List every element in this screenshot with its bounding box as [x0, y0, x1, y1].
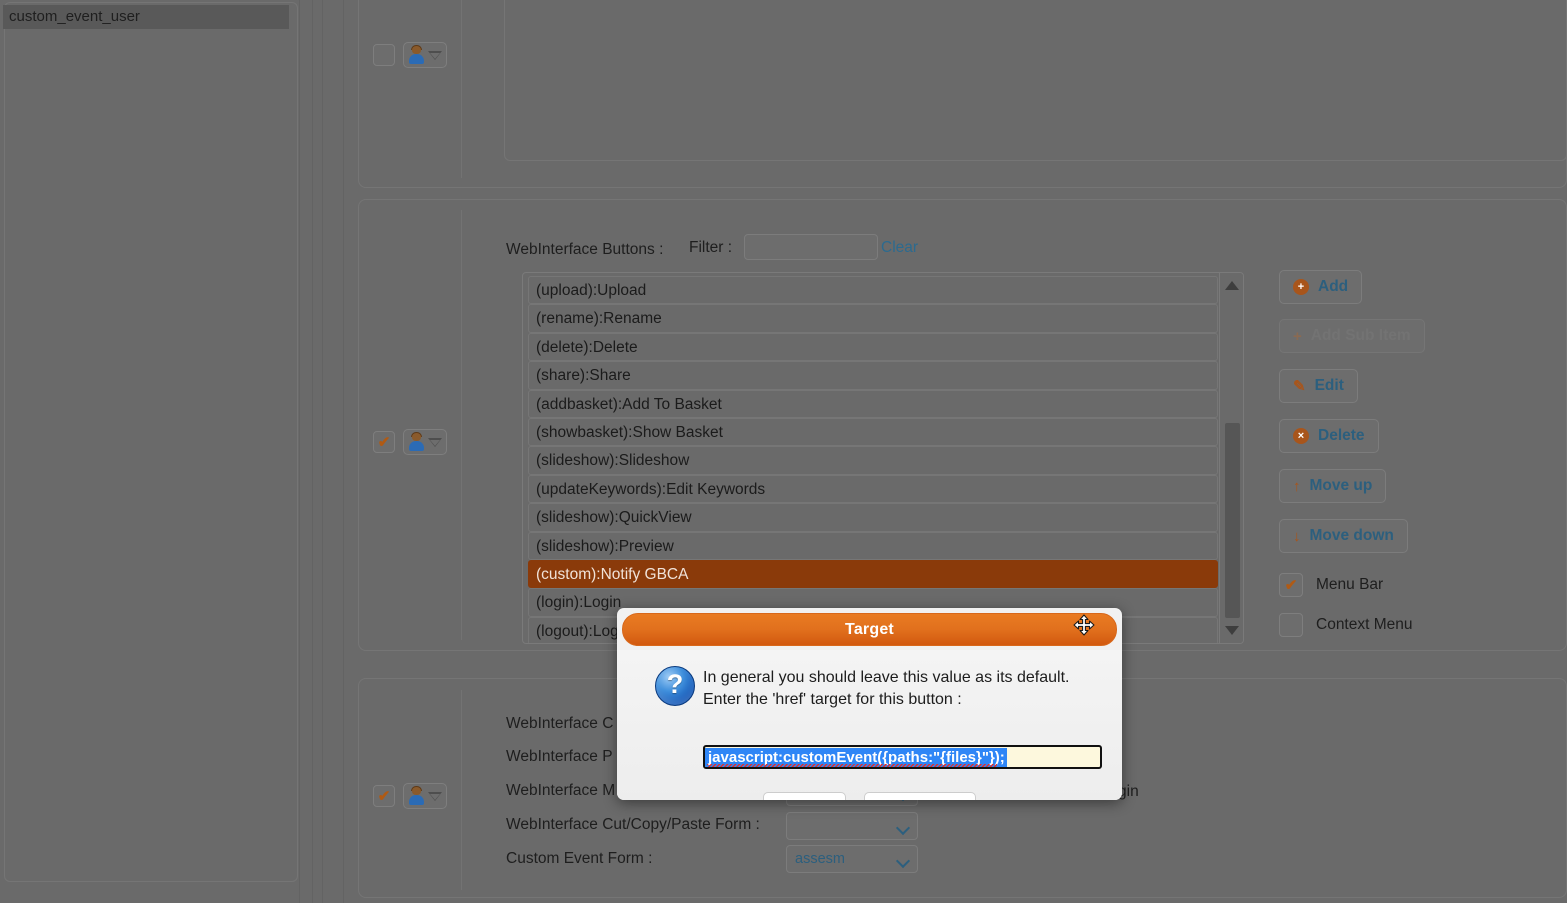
form-select-custom-event-value: assesm: [795, 851, 845, 867]
panel-top-inner-box: [504, 0, 1567, 161]
list-item[interactable]: (rename):Rename: [528, 304, 1218, 333]
plus-icon: +: [1293, 327, 1302, 345]
scope-user-dropdown-top[interactable]: [403, 42, 447, 68]
cancel-button[interactable]: Cancel: [864, 792, 977, 801]
listbox-scrollbar[interactable]: [1219, 273, 1243, 643]
listbox-items: (upload):Upload (rename):Rename (delete):D…: [523, 276, 1220, 643]
form-row-label-3: WebInterface Cut/Copy/Paste Form :: [506, 816, 760, 833]
question-mark-icon: ?: [655, 666, 695, 706]
action-button-add-sub-item: + Add Sub Item: [1279, 319, 1425, 353]
form-row-label-1: WebInterface P: [506, 748, 613, 765]
sidebar-tree-item-custom-event-user[interactable]: custom_event_user: [3, 5, 289, 29]
scope-checkbox-buttons[interactable]: ✔: [373, 431, 395, 453]
list-item-selected[interactable]: (custom):Notify GBCA: [528, 559, 1218, 589]
chevron-down-icon: [898, 823, 909, 830]
scroll-up-arrow-icon[interactable]: [1225, 281, 1239, 290]
rail-divider-2: [322, 0, 323, 903]
webinterface-buttons-label: WebInterface Buttons :: [506, 241, 664, 258]
panel-forms-divider: [461, 690, 462, 890]
action-button-delete[interactable]: × Delete: [1279, 419, 1379, 453]
scope-user-dropdown-buttons[interactable]: [403, 429, 447, 455]
dialog-button-row: OK Cancel: [617, 792, 1122, 800]
user-icon: [408, 45, 425, 64]
scrollbar-thumb[interactable]: [1225, 423, 1240, 618]
checkbox-row-context-menu[interactable]: Context Menu: [1279, 613, 1413, 637]
sidebar-panel: [4, 2, 298, 882]
scope-user-dropdown-forms[interactable]: [403, 783, 447, 809]
dialog-message-line-2: Enter the 'href' target for this button …: [703, 691, 962, 708]
chevron-down-icon: [428, 791, 442, 801]
action-button-label: Add Sub Item: [1310, 327, 1411, 344]
scroll-down-arrow-icon[interactable]: [1225, 626, 1239, 635]
chevron-down-icon: [898, 856, 909, 863]
form-row-label-4: Custom Event Form :: [506, 850, 653, 867]
scope-toggle-top[interactable]: [373, 42, 447, 68]
dialog-title-text: Target: [845, 620, 894, 638]
filter-label: Filter :: [689, 239, 733, 256]
move-cursor-icon[interactable]: [1073, 614, 1095, 636]
rail-divider-1: [312, 0, 313, 903]
checkbox-menu-bar[interactable]: ✔: [1279, 573, 1303, 597]
panel-buttons-divider: [461, 210, 462, 640]
chevron-down-icon: [428, 50, 442, 60]
filter-input[interactable]: [744, 234, 878, 260]
action-button-move-down[interactable]: ↓ Move down: [1279, 519, 1408, 553]
arrow-down-icon: ↓: [1293, 527, 1301, 545]
target-href-input[interactable]: javascript:customEvent({paths:"{files}"}…: [703, 745, 1102, 769]
scope-toggle-forms[interactable]: ✔: [373, 783, 447, 809]
action-button-label: Move down: [1309, 527, 1394, 544]
rail-divider-3: [343, 0, 344, 903]
list-item[interactable]: (addbasket):Add To Basket: [528, 389, 1218, 418]
dialog-title-bar[interactable]: Target: [622, 613, 1117, 646]
list-item[interactable]: (slideshow):Preview: [528, 531, 1218, 560]
list-item[interactable]: (upload):Upload: [528, 276, 1218, 305]
action-button-add[interactable]: + Add: [1279, 270, 1363, 304]
action-button-label: Add: [1318, 278, 1349, 295]
webinterface-buttons-listbox[interactable]: (upload):Upload (rename):Rename (delete):D…: [522, 272, 1244, 644]
list-item[interactable]: (share):Share: [528, 361, 1218, 390]
dialog-body: ? In general you should leave this value…: [617, 650, 1122, 800]
checkbox-label: Context Menu: [1316, 616, 1413, 633]
user-icon: [408, 786, 425, 805]
ok-button[interactable]: OK: [762, 792, 847, 801]
panel-top-divider: [461, 0, 462, 178]
user-icon: [408, 432, 425, 451]
cancel-button-label: Cancel: [907, 799, 958, 801]
checkbox-label: Menu Bar: [1316, 576, 1384, 593]
list-item[interactable]: (showbasket):Show Basket: [528, 417, 1218, 447]
action-button-move-up[interactable]: ↑ Move up: [1279, 469, 1387, 503]
list-item[interactable]: (slideshow):QuickView: [528, 503, 1218, 532]
target-dialog[interactable]: Target ? In general you should leave thi…: [617, 608, 1122, 800]
arrow-up-icon: ↑: [1293, 477, 1301, 495]
dialog-message-line-1: In general you should leave this value a…: [703, 669, 1070, 686]
scope-checkbox-top[interactable]: [373, 44, 395, 66]
list-item[interactable]: (updateKeywords):Edit Keywords: [528, 474, 1218, 504]
scope-checkbox-forms[interactable]: ✔: [373, 785, 395, 807]
plus-circle-icon: +: [1293, 279, 1309, 295]
x-circle-icon: ×: [1293, 428, 1309, 444]
clear-filter-link[interactable]: Clear: [881, 239, 918, 257]
list-item[interactable]: (slideshow):Slideshow: [528, 446, 1218, 475]
form-row-label-2: WebInterface M: [506, 782, 616, 799]
action-button-edit[interactable]: ✎ Edit: [1279, 369, 1358, 403]
pencil-icon: ✎: [1293, 377, 1306, 395]
list-item[interactable]: (delete):Delete: [528, 332, 1218, 362]
checkbox-context-menu[interactable]: [1279, 613, 1303, 637]
action-button-label: Delete: [1318, 427, 1365, 444]
ok-button-label: OK: [805, 799, 828, 801]
form-select-cutcopypaste[interactable]: [786, 812, 918, 840]
checkbox-row-menu-bar[interactable]: ✔ Menu Bar: [1279, 573, 1383, 597]
question-mark-glyph: ?: [666, 669, 684, 699]
chevron-down-icon: [428, 437, 442, 447]
action-button-label: Move up: [1309, 477, 1373, 494]
sidebar: custom_event_user: [0, 0, 300, 903]
scope-toggle-buttons[interactable]: ✔: [373, 429, 447, 455]
action-button-label: Edit: [1314, 377, 1344, 394]
form-select-custom-event[interactable]: assesm: [786, 845, 918, 873]
target-href-value: javascript:customEvent({paths:"{files}"}…: [705, 747, 1007, 767]
form-row-label-0: WebInterface C: [506, 715, 614, 732]
